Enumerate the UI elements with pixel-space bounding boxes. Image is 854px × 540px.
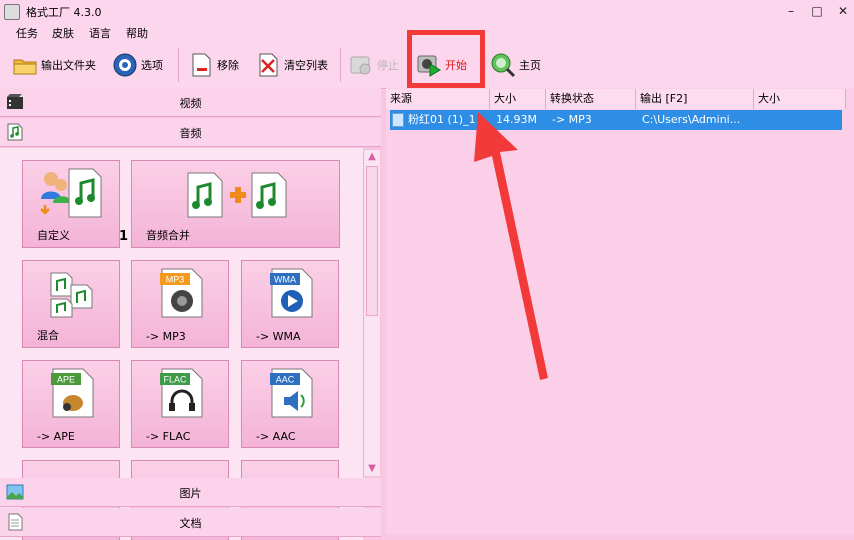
- tile-to-mp3-label: -> MP3: [146, 330, 186, 343]
- mp3-icon: MP3: [160, 268, 203, 318]
- wma-icon: WMA: [270, 268, 313, 318]
- clear-list-label: 清空列表: [284, 59, 328, 72]
- tile-mix[interactable]: 混合: [22, 260, 120, 348]
- tile-to-ape[interactable]: APE -> APE: [22, 360, 120, 448]
- column-source[interactable]: 来源: [386, 89, 490, 109]
- mix-icon: [50, 272, 93, 318]
- flac-tag: FLAC: [163, 375, 187, 385]
- category-audio-label: 音频: [179, 127, 202, 140]
- category-image[interactable]: 图片: [0, 478, 381, 507]
- remove-button[interactable]: 移除: [188, 50, 239, 80]
- merge-icon: [187, 172, 287, 218]
- left-panel: 视频 音频 自定义 1 音频合并 混合 MP3 -> MP3 WMA -> WM…: [0, 88, 381, 540]
- output-folder-button[interactable]: 输出文件夹: [12, 50, 96, 80]
- options-label: 选项: [141, 59, 163, 72]
- category-document[interactable]: 文档: [0, 508, 381, 537]
- audio-file-icon: [392, 113, 404, 127]
- tile-to-flac-label: -> FLAC: [146, 430, 191, 443]
- ape-tag: APE: [57, 375, 75, 385]
- row-source: 粉红01 (1)_1: [408, 113, 476, 126]
- menu-language[interactable]: 语言: [89, 25, 111, 41]
- title-bar: 格式工厂 4.3.0 – □ ✕: [0, 0, 854, 22]
- task-list-panel: 来源 大小 转换状态 输出 [F2] 大小 粉红01 (1)_1 14.93M …: [386, 88, 854, 534]
- home-label: 主页: [519, 59, 541, 72]
- tile-audio-merge-label: 音频合并: [146, 229, 190, 242]
- category-document-label: 文档: [179, 517, 202, 530]
- stop-button[interactable]: 停止: [348, 50, 399, 80]
- home-button[interactable]: 主页: [490, 50, 541, 80]
- clear-list-button[interactable]: 清空列表: [255, 50, 328, 80]
- menu-task[interactable]: 任务: [16, 25, 38, 41]
- tile-to-mp3[interactable]: MP3 -> MP3: [131, 260, 229, 348]
- maximize-button[interactable]: □: [806, 3, 828, 19]
- clear-list-icon: [259, 53, 278, 77]
- menu-help[interactable]: 帮助: [126, 25, 148, 41]
- column-status[interactable]: 转换状态: [546, 89, 636, 109]
- minimize-button[interactable]: –: [780, 3, 802, 19]
- category-video[interactable]: 视频: [0, 88, 381, 117]
- custom-icon: [40, 168, 102, 218]
- tile-to-flac[interactable]: FLAC -> FLAC: [131, 360, 229, 448]
- flac-icon: FLAC: [160, 368, 203, 418]
- tile-to-wma-label: -> WMA: [256, 330, 301, 343]
- tile-custom[interactable]: 自定义 1: [22, 160, 128, 248]
- remove-label: 移除: [217, 59, 239, 72]
- row-output: C:\Users\Admini...: [642, 113, 741, 126]
- close-button[interactable]: ✕: [832, 3, 854, 19]
- tile-to-ape-label: -> APE: [37, 430, 75, 443]
- tile-audio-merge[interactable]: 音频合并: [131, 160, 340, 248]
- tile-custom-label: 自定义: [37, 229, 70, 242]
- output-folder-label: 输出文件夹: [41, 59, 96, 72]
- app-icon: [4, 4, 20, 20]
- custom-count-badge: 1: [119, 229, 129, 244]
- options-icon: [113, 53, 137, 77]
- row-output-size: [760, 110, 840, 130]
- scroll-up-arrow[interactable]: ▲: [364, 150, 380, 164]
- category-video-label: 视频: [179, 97, 202, 110]
- ape-icon: APE: [51, 368, 94, 418]
- aac-tag: AAC: [276, 375, 295, 385]
- tile-to-aac[interactable]: AAC -> AAC: [241, 360, 339, 448]
- menu-skin[interactable]: 皮肤: [52, 25, 74, 41]
- tile-to-wma[interactable]: WMA -> WMA: [241, 260, 339, 348]
- stop-label: 停止: [377, 59, 399, 72]
- column-output-size[interactable]: 大小: [754, 89, 846, 109]
- tile-to-aac-label: -> AAC: [256, 430, 296, 443]
- column-output[interactable]: 输出 [F2]: [636, 89, 754, 109]
- mp3-tag: MP3: [166, 275, 185, 285]
- stop-icon: [350, 56, 371, 75]
- column-size[interactable]: 大小: [490, 89, 546, 109]
- row-status: -> MP3: [552, 113, 592, 126]
- folder-icon: [13, 59, 37, 75]
- row-size: 14.93M: [496, 113, 537, 126]
- start-button-highlight: [407, 30, 485, 88]
- scroll-down-arrow[interactable]: ▼: [364, 462, 380, 476]
- tile-mix-label: 混合: [37, 329, 59, 342]
- options-button[interactable]: 选项: [112, 50, 163, 80]
- scroll-thumb[interactable]: [366, 166, 378, 316]
- tile-grid-scrollbar[interactable]: ▲ ▼: [363, 150, 380, 476]
- aac-icon: AAC: [270, 368, 313, 418]
- remove-icon: [192, 53, 211, 77]
- category-audio[interactable]: 音频: [0, 118, 381, 147]
- wma-tag: WMA: [274, 275, 296, 285]
- window-title: 格式工厂 4.3.0: [26, 6, 102, 19]
- table-row[interactable]: 粉红01 (1)_1 14.93M -> MP3 C:\Users\Admini…: [390, 110, 842, 130]
- toolbar-separator: [178, 48, 179, 82]
- toolbar-separator: [340, 48, 341, 82]
- home-icon: [491, 53, 516, 78]
- category-image-label: 图片: [179, 487, 202, 500]
